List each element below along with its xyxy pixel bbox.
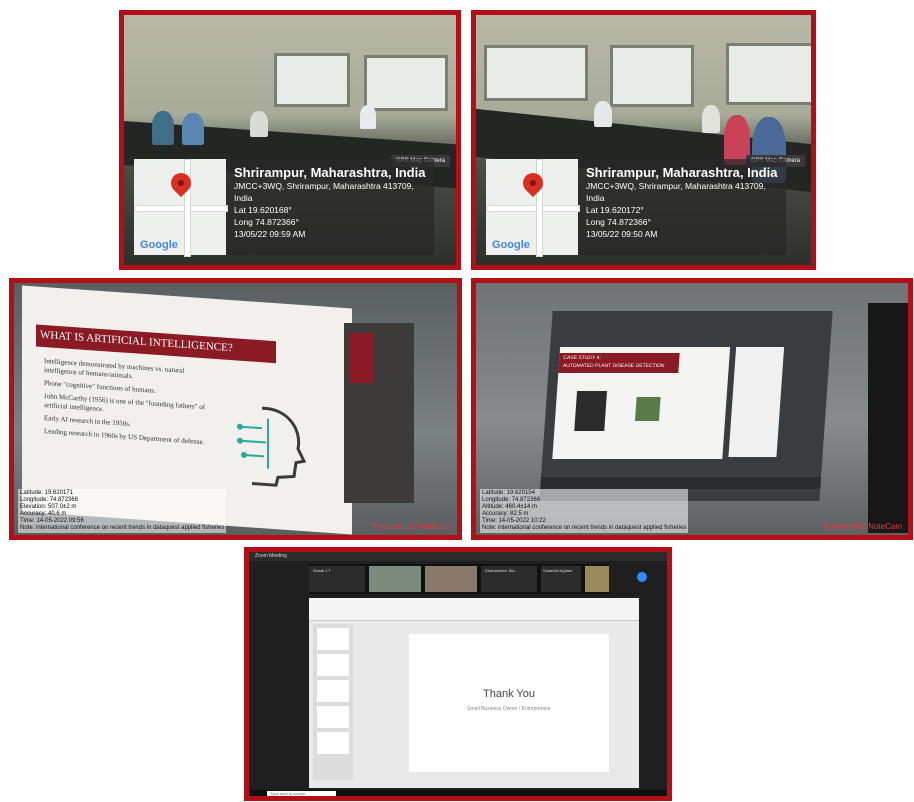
participant-tile: Sonali J.T bbox=[309, 566, 365, 592]
slide-title: CASE STUDY 4: bbox=[563, 355, 601, 361]
person bbox=[360, 105, 376, 129]
person bbox=[152, 111, 174, 145]
zoom-indicator-icon bbox=[637, 572, 647, 582]
window bbox=[274, 53, 350, 107]
projected-screen: CASE STUDY 4: AUTOMATED PLANT DISEASE DE… bbox=[539, 311, 833, 501]
sidebar-panel bbox=[344, 323, 414, 503]
window bbox=[364, 55, 448, 111]
gps-overlay: Google Shrirampur, Maharashtra, India JM… bbox=[486, 159, 786, 257]
photo-mid-left: WHAT IS ARTIFICIAL INTELLIGENCE? Intelli… bbox=[9, 278, 462, 540]
side-panel bbox=[728, 347, 785, 457]
participant-tile: Sudarshi Agham bbox=[541, 566, 581, 592]
participant-video bbox=[585, 566, 609, 592]
participant-strip: Sonali J.T Dhanashree Jha... Sudarshi Ag… bbox=[309, 564, 609, 594]
gps-lat: Lat 19.620172° bbox=[586, 205, 644, 215]
gps-lat: Lat 19.620168° bbox=[234, 205, 292, 215]
gps-address: JMCC+3WQ, Shrirampur, Maharashtra 413709… bbox=[586, 181, 766, 191]
window-title: Zoom Meeting bbox=[255, 553, 287, 559]
gps-country: India bbox=[586, 193, 605, 203]
ppt-window: Thank You Small Business Owner / Entrepr… bbox=[309, 598, 639, 788]
taskbar: Type here to search bbox=[249, 790, 667, 796]
person bbox=[250, 111, 268, 137]
bullet-list: Intelligence demonstrated by machines vs… bbox=[44, 357, 212, 448]
photo-top-left: GPS Map Camera Google Shrirampur, Mahara… bbox=[119, 10, 461, 270]
notecam-credit: Powered by NoteCam bbox=[372, 522, 451, 531]
photo-top-right: GPS Map Camera Google Shrirampur, Mahara… bbox=[471, 10, 816, 270]
gps-long: Long 74.872366° bbox=[586, 217, 651, 227]
photo-bottom: Zoom Meeting Sonali J.T Dhanashree Jha..… bbox=[244, 547, 672, 801]
slide-canvas: Thank You Small Business Owner / Entrepr… bbox=[409, 634, 609, 772]
gps-place: Shrirampur, Maharashtra, India bbox=[586, 165, 778, 180]
slide-subtitle: Small Business Owner / Entrepreneur bbox=[467, 706, 551, 712]
gps-long: Long 74.872366° bbox=[234, 217, 299, 227]
gps-place: Shrirampur, Maharashtra, India bbox=[234, 165, 426, 180]
gps-country: India bbox=[234, 193, 253, 203]
toolbar bbox=[540, 477, 822, 489]
speaker-right bbox=[868, 303, 908, 533]
participant-video bbox=[425, 566, 477, 592]
gps-datetime: 13/05/22 09:50 AM bbox=[586, 229, 658, 239]
photo-mid-right: CASE STUDY 4: AUTOMATED PLANT DISEASE DE… bbox=[471, 278, 913, 540]
person bbox=[594, 101, 612, 127]
map-thumbnail: Google bbox=[134, 159, 228, 257]
google-logo: Google bbox=[140, 239, 178, 251]
window bbox=[726, 43, 811, 105]
projected-slide: CASE STUDY 4: AUTOMATED PLANT DISEASE DE… bbox=[552, 347, 731, 459]
person bbox=[182, 113, 204, 145]
google-logo: Google bbox=[492, 239, 530, 251]
window-titlebar: Zoom Meeting bbox=[249, 552, 667, 561]
window bbox=[610, 45, 694, 107]
participant-tile: Dhanashree Jha... bbox=[481, 566, 537, 592]
map-thumbnail: Google bbox=[486, 159, 580, 257]
slide-subtitle: AUTOMATED PLANT DISEASE DETECTION bbox=[562, 363, 665, 369]
notecam-credit: Powered by NoteCam bbox=[823, 522, 902, 531]
ribbon bbox=[309, 598, 639, 621]
gps-overlay: Google Shrirampur, Maharashtra, India JM… bbox=[134, 159, 434, 257]
search-field[interactable]: Type here to search bbox=[267, 791, 336, 796]
participant-video bbox=[369, 566, 421, 592]
thumbnail-pane bbox=[313, 624, 353, 780]
ai-head-icon bbox=[237, 406, 307, 487]
gps-datetime: 13/05/22 09:59 AM bbox=[234, 229, 306, 239]
notecam-overlay: Latitude: 19.620154 Longitude: 74.872366… bbox=[480, 489, 689, 533]
notecam-overlay: Latitude: 19.620171 Longitude: 74.872366… bbox=[18, 489, 227, 533]
gps-address: JMCC+3WQ, Shrirampur, Maharashtra 413709… bbox=[234, 181, 414, 191]
window bbox=[484, 45, 588, 101]
person bbox=[702, 105, 720, 133]
slide-title: Thank You bbox=[483, 688, 535, 700]
